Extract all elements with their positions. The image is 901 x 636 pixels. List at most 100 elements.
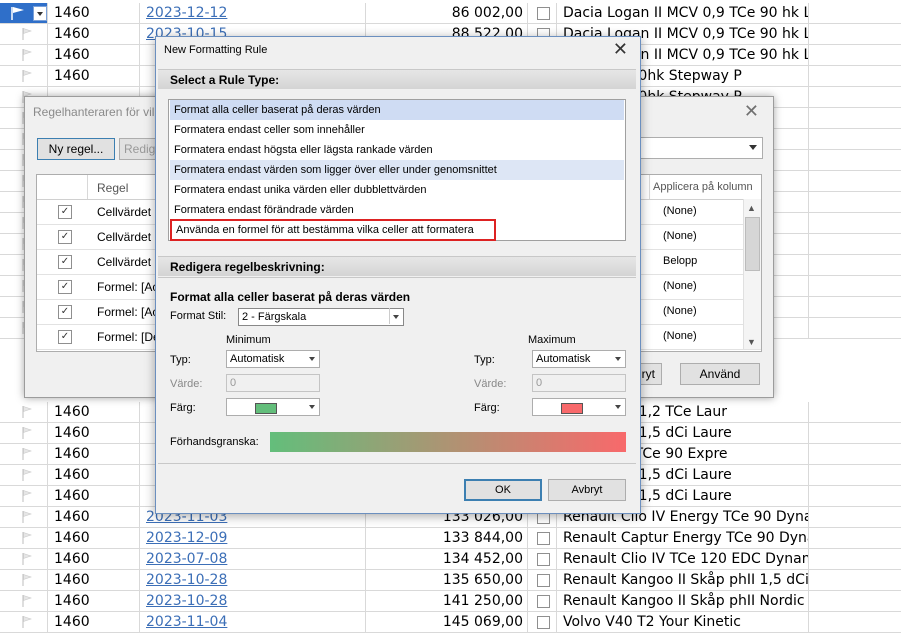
- rule-apply-column: Belopp: [663, 255, 698, 267]
- description-cell: Dacia Logan II MCV 0,9 TCe 90 hk L: [557, 3, 809, 23]
- rule-apply-column: (None): [663, 305, 697, 317]
- date-cell[interactable]: 2023-10-28: [140, 591, 366, 611]
- row-checkbox-cell[interactable]: [528, 549, 557, 569]
- row-flag-cell[interactable]: [0, 465, 48, 485]
- cancel-button[interactable]: Avbryt: [548, 479, 626, 501]
- row-flag-cell[interactable]: [0, 423, 48, 443]
- row-flag-cell[interactable]: [0, 444, 48, 464]
- close-icon[interactable]: ✕: [744, 101, 759, 122]
- number-cell: 1460: [48, 591, 140, 611]
- rule-enabled-checkbox[interactable]: ✓: [58, 205, 72, 219]
- type-min-label: Typ:: [170, 354, 191, 366]
- row-flag-cell[interactable]: [0, 402, 48, 422]
- row-flag-cell[interactable]: [0, 3, 48, 23]
- number-cell: 1460: [48, 465, 140, 485]
- table-row: 1460 2023-12-09 133 844,00 Renault Captur E…: [0, 528, 901, 549]
- checkbox[interactable]: [537, 616, 550, 629]
- rule-type-item-formula[interactable]: Använda en formel för att bestämma vilka…: [170, 219, 496, 241]
- checkbox[interactable]: [537, 553, 550, 566]
- apply-button[interactable]: Använd: [680, 363, 760, 385]
- row-flag-cell[interactable]: [0, 549, 48, 569]
- row-flag-cell[interactable]: [0, 486, 48, 506]
- date-cell[interactable]: 2023-12-12: [140, 3, 366, 23]
- rule-enabled-checkbox[interactable]: ✓: [58, 280, 72, 294]
- date-cell[interactable]: 2023-10-28: [140, 570, 366, 590]
- flag-selected[interactable]: [0, 3, 47, 23]
- row-flag-cell[interactable]: [0, 66, 48, 86]
- type-min-select[interactable]: Automatisk: [226, 350, 320, 368]
- close-icon[interactable]: ✕: [613, 39, 628, 60]
- show-rules-combo[interactable]: [633, 137, 763, 159]
- checkbox[interactable]: [537, 7, 550, 20]
- rule-type-list[interactable]: Format alla celler baserat på deras värd…: [168, 99, 626, 241]
- edit-rule-button[interactable]: Redige: [119, 138, 162, 160]
- ok-button[interactable]: OK: [464, 479, 542, 501]
- amount-cell: 133 844,00: [366, 528, 528, 548]
- rule-type-item[interactable]: Format alla celler baserat på deras värd…: [170, 100, 624, 120]
- row-flag-cell[interactable]: [0, 591, 48, 611]
- format-style-select[interactable]: 2 - Färgskala: [238, 308, 404, 326]
- rule-type-item[interactable]: Formatera endast högsta eller lägsta ran…: [170, 140, 624, 160]
- chevron-down-icon: [615, 405, 621, 409]
- description-cell: Renault Clio IV TCe 120 EDC Dynami: [557, 549, 809, 569]
- date-cell[interactable]: 2023-07-08: [140, 549, 366, 569]
- rule-enabled-checkbox[interactable]: ✓: [58, 330, 72, 344]
- color-min-picker[interactable]: [226, 398, 320, 416]
- number-cell: 1460: [48, 570, 140, 590]
- row-checkbox-cell[interactable]: [528, 570, 557, 590]
- color-min-label: Färg:: [170, 402, 196, 414]
- row-flag-cell[interactable]: [0, 507, 48, 527]
- row-flag-cell[interactable]: [0, 612, 48, 632]
- date-cell[interactable]: 2023-11-04: [140, 612, 366, 632]
- rule-type-item[interactable]: Formatera endast unika värden eller dubb…: [170, 180, 624, 200]
- row-flag-cell[interactable]: [0, 528, 48, 548]
- checkbox[interactable]: [537, 574, 550, 587]
- new-rule-button[interactable]: Ny regel...: [37, 138, 115, 160]
- new-formatting-rule-dialog: New Formatting Rule ✕ Select a Rule Type…: [155, 36, 641, 514]
- row-checkbox-cell[interactable]: [528, 3, 557, 23]
- number-cell: 1460: [48, 528, 140, 548]
- rule-label: Formel: [Det: [97, 330, 164, 344]
- rule-enabled-checkbox[interactable]: ✓: [58, 305, 72, 319]
- row-flag-cell[interactable]: [0, 570, 48, 590]
- row-checkbox-cell[interactable]: [528, 528, 557, 548]
- color-swatch-min: [255, 403, 277, 414]
- rule-type-item[interactable]: Formatera endast celler som innehåller: [170, 120, 624, 140]
- value-max-label: Värde:: [474, 378, 507, 390]
- column-apply-header: Applicera på kolumn: [653, 181, 753, 193]
- value-max-field[interactable]: 0: [532, 374, 626, 392]
- format-style-value: 2 - Färgskala: [242, 311, 307, 323]
- dialog-title: New Formatting Rule: [164, 44, 268, 56]
- rule-enabled-checkbox[interactable]: ✓: [58, 230, 72, 244]
- row-checkbox-cell[interactable]: [528, 591, 557, 611]
- amount-cell: 134 452,00: [366, 549, 528, 569]
- flag-icon: [22, 553, 32, 565]
- row-checkbox-cell[interactable]: [528, 612, 557, 632]
- chevron-down-icon: [309, 405, 315, 409]
- checkbox[interactable]: [537, 595, 550, 608]
- chevron-down-icon[interactable]: [33, 6, 47, 21]
- chevron-down-icon: [393, 315, 399, 319]
- type-max-select[interactable]: Automatisk: [532, 350, 626, 368]
- flag-icon: [22, 469, 32, 481]
- value-min-label: Värde:: [170, 378, 203, 390]
- value-min-field[interactable]: 0: [226, 374, 320, 392]
- rule-type-item[interactable]: Formatera endast värden som ligger över …: [170, 160, 624, 180]
- rules-grid-scrollbar[interactable]: ▲ ▼: [743, 199, 761, 349]
- minimum-label: Minimum: [226, 334, 271, 346]
- checkbox[interactable]: [537, 532, 550, 545]
- flag-icon: [22, 595, 32, 607]
- row-flag-cell[interactable]: [0, 45, 48, 65]
- date-cell[interactable]: 2023-12-09: [140, 528, 366, 548]
- rule-apply-column: (None): [663, 280, 697, 292]
- format-style-label: Format Stil:: [170, 310, 227, 322]
- rule-enabled-checkbox[interactable]: ✓: [58, 255, 72, 269]
- number-cell: 1460: [48, 3, 140, 23]
- rule-type-item[interactable]: Formatera endast förändrade värden: [170, 200, 624, 220]
- preview-label: Förhandsgranska:: [170, 436, 259, 448]
- flag-icon: [22, 574, 32, 586]
- color-max-picker[interactable]: [532, 398, 626, 416]
- row-flag-cell[interactable]: [0, 24, 48, 44]
- flag-icon: [22, 28, 32, 40]
- edit-rule-description-header: Redigera regelbeskrivning:: [158, 256, 636, 276]
